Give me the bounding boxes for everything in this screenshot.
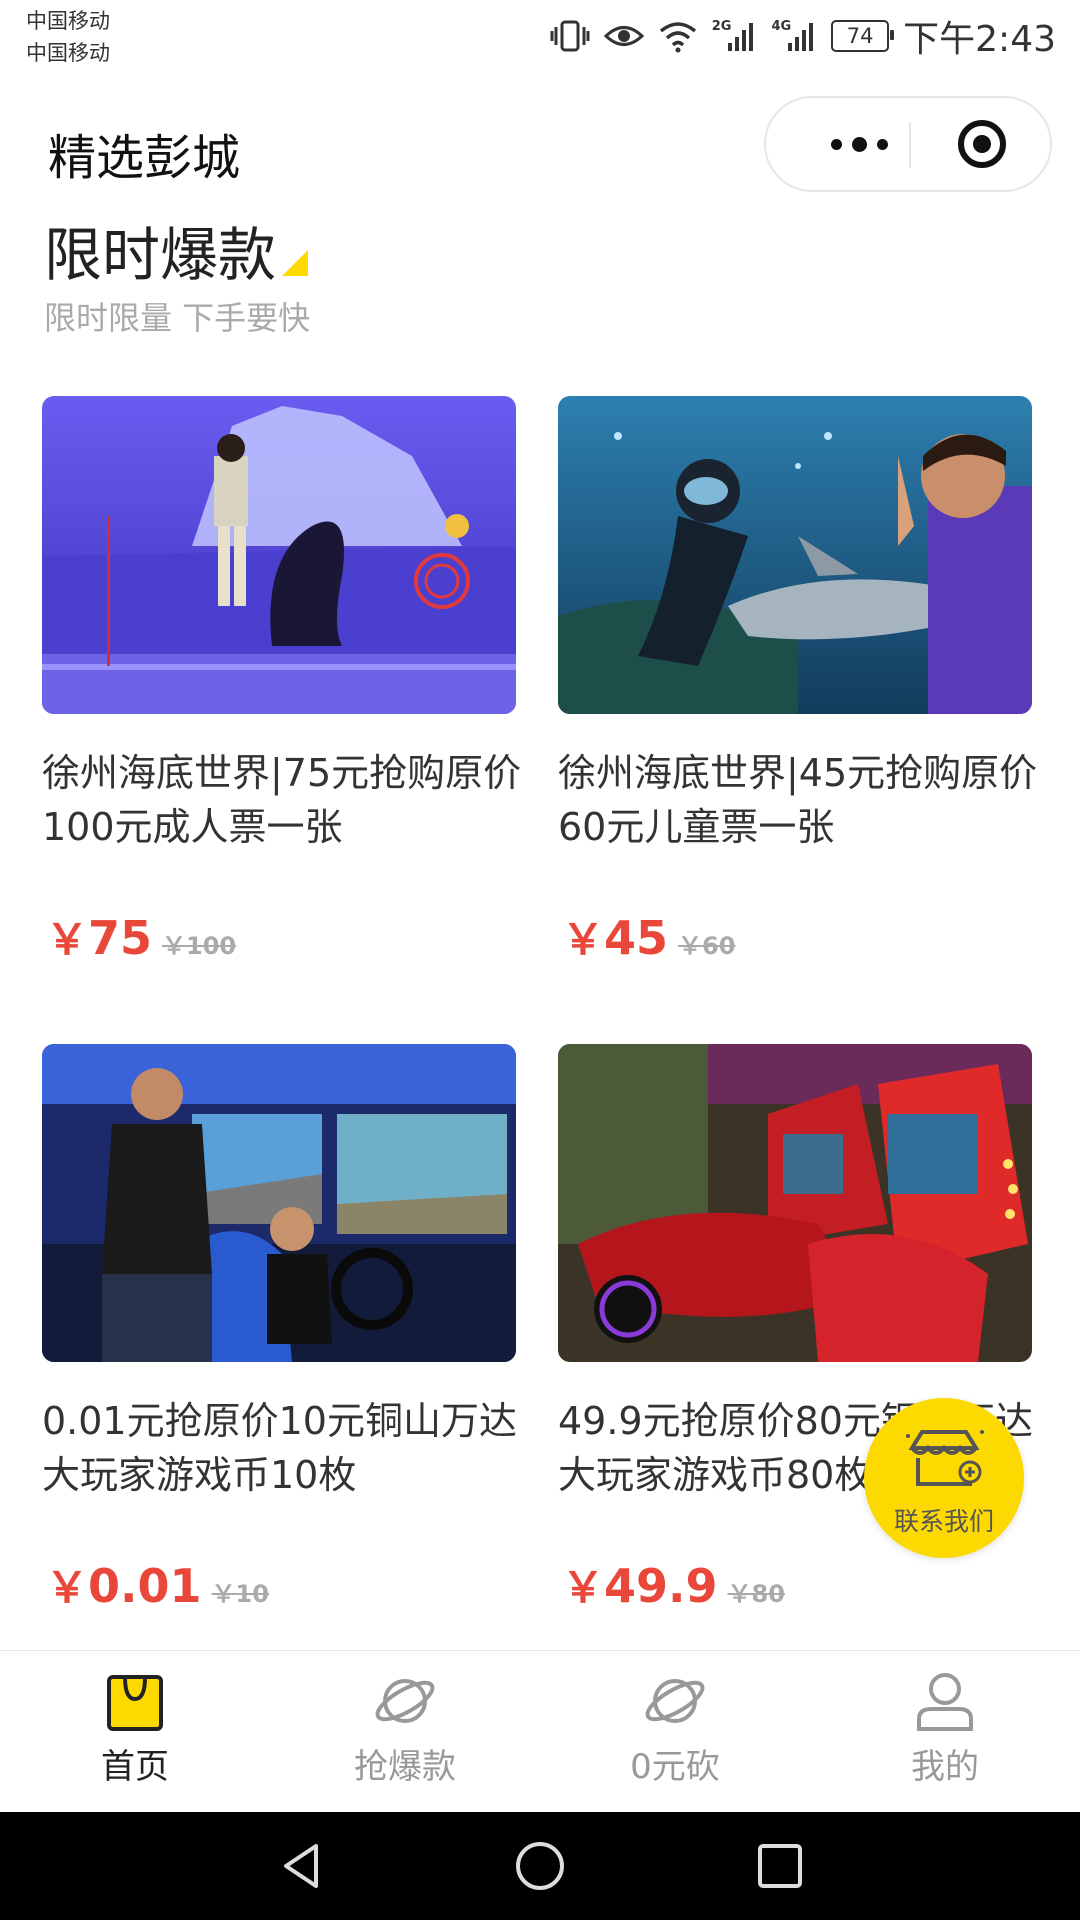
more-menu-button[interactable] [800, 98, 918, 190]
nav-bar: 精选彭城 [0, 96, 1080, 200]
contact-us-label: 联系我们 [893, 1507, 994, 1536]
close-button[interactable] [956, 118, 1008, 170]
battery-icon: 74 [831, 20, 895, 52]
product-image[interactable] [42, 396, 516, 714]
tab-mine-label: 我的 [911, 1747, 979, 1787]
sale-price: 45 [604, 911, 669, 965]
product-image[interactable] [558, 396, 1032, 714]
tab-hot-deals-label: 抢爆款 [354, 1747, 456, 1787]
target-close-icon [958, 120, 1006, 168]
product-image[interactable] [42, 1044, 516, 1362]
carrier-2: 中国移动 [26, 41, 110, 65]
bag-icon [107, 1675, 163, 1731]
tab-mine[interactable]: 我的 [845, 1669, 1045, 1799]
user-icon [917, 1673, 973, 1731]
price-symbol: ￥ [46, 915, 89, 964]
original-price: ￥80 [727, 1580, 785, 1608]
section-subtitle: 限时限量 下手要快 [44, 299, 311, 337]
planet-icon [375, 1679, 435, 1723]
home-circle-icon[interactable] [514, 1840, 566, 1892]
corner-triangle-icon [282, 250, 308, 276]
product-card[interactable]: 49.9元抢原价80元铜山万达大玩家游戏币80枚 ￥49.9 ￥80 [558, 1044, 1033, 1664]
tab-bar: 首页 抢爆款 0元砍 我的 [0, 1650, 1080, 1813]
sale-price: 49.9 [604, 1559, 718, 1613]
eye-icon [603, 21, 644, 51]
status-bar: 中国移动 中国移动 2G 4G 74 下午2:43 [0, 0, 1080, 72]
price-symbol: ￥ [562, 1563, 605, 1612]
tab-zero-bargain[interactable]: 0元砍 [575, 1669, 775, 1799]
price-row: ￥0.01 ￥10 [46, 1556, 269, 1624]
sale-price: 0.01 [88, 1559, 202, 1613]
price-symbol: ￥ [562, 915, 605, 964]
original-price: ￥10 [211, 1580, 269, 1608]
status-time: 下午2:43 [903, 19, 1056, 60]
signal-icon-1: 2G [712, 19, 758, 51]
shop-icon [906, 1430, 984, 1486]
tab-home-label: 首页 [101, 1747, 169, 1787]
sale-price: 75 [88, 911, 153, 965]
more-dot-icon [851, 136, 867, 152]
product-title[interactable]: 0.01元抢原价10元铜山万达大玩家游戏币10枚 [42, 1394, 522, 1502]
more-dot-icon [876, 138, 888, 150]
price-row: ￥45 ￥60 [562, 908, 735, 976]
product-title[interactable]: 徐州海底世界|45元抢购原价60元儿童票一张 [558, 746, 1038, 854]
contact-us-button[interactable]: 联系我们 [864, 1398, 1024, 1558]
tab-hot-deals[interactable]: 抢爆款 [305, 1669, 505, 1799]
page-title: 精选彭城 [48, 130, 241, 186]
carrier-1: 中国移动 [26, 9, 110, 33]
price-row: ￥49.9 ￥80 [562, 1556, 785, 1624]
price-symbol: ￥ [46, 1563, 89, 1612]
tab-zero-bargain-label: 0元砍 [630, 1747, 720, 1787]
price-row: ￥75 ￥100 [46, 908, 236, 976]
wifi-icon [658, 19, 698, 53]
recents-icon[interactable] [754, 1840, 806, 1892]
tab-home[interactable]: 首页 [35, 1669, 235, 1799]
signal-icon-2: 4G [771, 19, 817, 51]
mini-program-capsule [764, 96, 1052, 192]
capsule-divider [909, 122, 911, 168]
system-navigation-bar [0, 1812, 1080, 1920]
product-image[interactable] [558, 1044, 1032, 1362]
product-title[interactable]: 徐州海底世界|75元抢购原价100元成人票一张 [42, 746, 522, 854]
product-card[interactable]: 0.01元抢原价10元铜山万达大玩家游戏币10枚 ￥0.01 ￥10 [42, 1044, 517, 1664]
vibrate-icon [550, 19, 590, 53]
back-icon[interactable] [276, 1840, 328, 1892]
original-price: ￥100 [162, 932, 237, 960]
product-card[interactable]: 徐州海底世界|45元抢购原价60元儿童票一张 ￥45 ￥60 [558, 396, 1037, 1016]
planet-icon [645, 1679, 705, 1723]
original-price: ￥60 [678, 932, 736, 960]
product-card[interactable]: 徐州海底世界|75元抢购原价100元成人票一张 ￥75 ￥100 [42, 396, 521, 1016]
more-dot-icon [830, 138, 842, 150]
section-title: 限时爆款 [44, 221, 277, 289]
